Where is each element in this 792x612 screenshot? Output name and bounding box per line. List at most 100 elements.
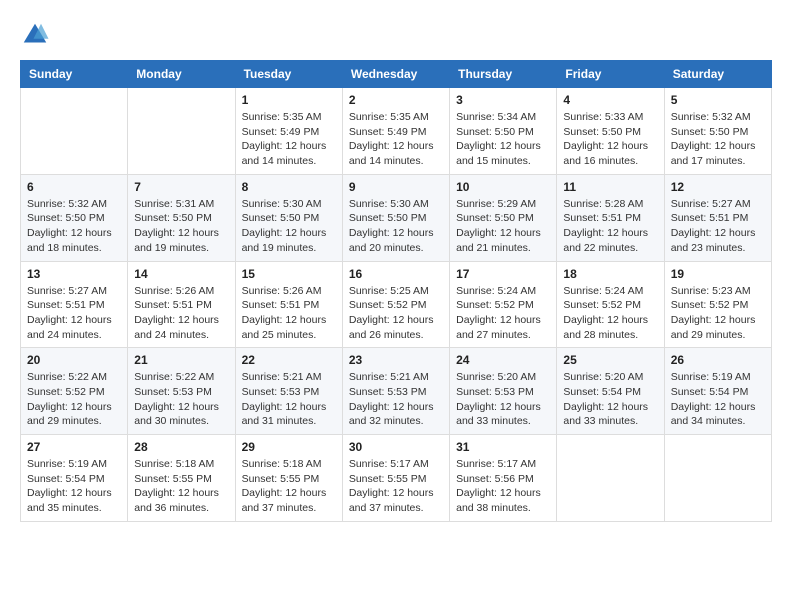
calendar-cell: 14Sunrise: 5:26 AMSunset: 5:51 PMDayligh… xyxy=(128,261,235,348)
calendar-cell: 23 Sunrise: 5:21 AMSunset: 5:53 PMDayligh… xyxy=(342,348,449,435)
calendar-cell: 12Sunrise: 5:27 AMSunset: 5:51 PMDayligh… xyxy=(664,174,771,261)
calendar-cell: 24 Sunrise: 5:20 AMSunset: 5:53 PMDayligh… xyxy=(450,348,557,435)
day-info: Sunrise: 5:32 AMSunset: 5:50 PMDaylight:… xyxy=(27,197,121,256)
day-info: Sunrise: 5:19 AMSunset: 5:54 PMDaylight:… xyxy=(27,457,121,516)
calendar-week-row: 6 Sunrise: 5:32 AMSunset: 5:50 PMDaylight… xyxy=(21,174,772,261)
calendar-cell: 5 Sunrise: 5:32 AMSunset: 5:50 PMDaylight… xyxy=(664,88,771,175)
calendar-week-row: 13 Sunrise: 5:27 AMSunset: 5:51 PMDayligh… xyxy=(21,261,772,348)
calendar-cell: 18 Sunrise: 5:24 AMSunset: 5:52 PMDayligh… xyxy=(557,261,664,348)
day-of-week-header: Monday xyxy=(128,61,235,88)
calendar-cell: 27 Sunrise: 5:19 AMSunset: 5:54 PMDayligh… xyxy=(21,435,128,522)
calendar-cell: 1Sunrise: 5:35 AMSunset: 5:49 PMDaylight… xyxy=(235,88,342,175)
day-number: 16 xyxy=(349,267,443,281)
calendar-cell xyxy=(664,435,771,522)
calendar-cell: 16 Sunrise: 5:25 AMSunset: 5:52 PMDayligh… xyxy=(342,261,449,348)
day-number: 27 xyxy=(27,440,121,454)
day-info: Sunrise: 5:35 AMSunset: 5:49 PMDaylight:… xyxy=(349,110,443,169)
day-info: Sunrise: 5:24 AMSunset: 5:52 PMDaylight:… xyxy=(563,284,657,343)
calendar-week-row: 20 Sunrise: 5:22 AMSunset: 5:52 PMDayligh… xyxy=(21,348,772,435)
logo xyxy=(20,20,54,50)
day-number: 8 xyxy=(242,180,336,194)
calendar-cell: 22Sunrise: 5:21 AMSunset: 5:53 PMDayligh… xyxy=(235,348,342,435)
day-info: Sunrise: 5:21 AMSunset: 5:53 PMDaylight:… xyxy=(349,370,443,429)
day-number: 10 xyxy=(456,180,550,194)
calendar-cell: 28 Sunrise: 5:18 AMSunset: 5:55 PMDayligh… xyxy=(128,435,235,522)
day-info: Sunrise: 5:22 AMSunset: 5:52 PMDaylight:… xyxy=(27,370,121,429)
calendar-cell: 31Sunrise: 5:17 AMSunset: 5:56 PMDayligh… xyxy=(450,435,557,522)
calendar-cell: 10 Sunrise: 5:29 AMSunset: 5:50 PMDayligh… xyxy=(450,174,557,261)
calendar-table: SundayMondayTuesdayWednesdayThursdayFrid… xyxy=(20,60,772,522)
calendar-cell: 6 Sunrise: 5:32 AMSunset: 5:50 PMDaylight… xyxy=(21,174,128,261)
calendar-cell: 2Sunrise: 5:35 AMSunset: 5:49 PMDaylight… xyxy=(342,88,449,175)
day-of-week-header: Thursday xyxy=(450,61,557,88)
calendar-header-row: SundayMondayTuesdayWednesdayThursdayFrid… xyxy=(21,61,772,88)
day-number: 29 xyxy=(242,440,336,454)
day-number: 5 xyxy=(671,93,765,107)
day-number: 21 xyxy=(134,353,228,367)
logo-icon xyxy=(20,20,50,50)
calendar-cell: 26 Sunrise: 5:19 AMSunset: 5:54 PMDayligh… xyxy=(664,348,771,435)
calendar-week-row: 1Sunrise: 5:35 AMSunset: 5:49 PMDaylight… xyxy=(21,88,772,175)
calendar-cell: 21 Sunrise: 5:22 AMSunset: 5:53 PMDayligh… xyxy=(128,348,235,435)
day-info: Sunrise: 5:29 AMSunset: 5:50 PMDaylight:… xyxy=(456,197,550,256)
calendar-cell xyxy=(128,88,235,175)
day-of-week-header: Sunday xyxy=(21,61,128,88)
calendar-cell: 13 Sunrise: 5:27 AMSunset: 5:51 PMDayligh… xyxy=(21,261,128,348)
day-of-week-header: Saturday xyxy=(664,61,771,88)
calendar-cell: 11 Sunrise: 5:28 AMSunset: 5:51 PMDayligh… xyxy=(557,174,664,261)
day-number: 18 xyxy=(563,267,657,281)
day-info: Sunrise: 5:30 AMSunset: 5:50 PMDaylight:… xyxy=(349,197,443,256)
day-of-week-header: Tuesday xyxy=(235,61,342,88)
day-info: Sunrise: 5:34 AMSunset: 5:50 PMDaylight:… xyxy=(456,110,550,169)
day-info: Sunrise: 5:17 AMSunset: 5:55 PMDaylight:… xyxy=(349,457,443,516)
day-number: 24 xyxy=(456,353,550,367)
calendar-cell: 4 Sunrise: 5:33 AMSunset: 5:50 PMDaylight… xyxy=(557,88,664,175)
day-number: 31 xyxy=(456,440,550,454)
day-number: 6 xyxy=(27,180,121,194)
day-of-week-header: Friday xyxy=(557,61,664,88)
day-info: Sunrise: 5:27 AMSunset: 5:51 PMDaylight:… xyxy=(27,284,121,343)
day-number: 28 xyxy=(134,440,228,454)
day-number: 30 xyxy=(349,440,443,454)
day-info: Sunrise: 5:20 AMSunset: 5:54 PMDaylight:… xyxy=(563,370,657,429)
day-info: Sunrise: 5:30 AMSunset: 5:50 PMDaylight:… xyxy=(242,197,336,256)
day-info: Sunrise: 5:25 AMSunset: 5:52 PMDaylight:… xyxy=(349,284,443,343)
day-number: 23 xyxy=(349,353,443,367)
day-of-week-header: Wednesday xyxy=(342,61,449,88)
calendar-cell: 30 Sunrise: 5:17 AMSunset: 5:55 PMDayligh… xyxy=(342,435,449,522)
calendar-cell: 15Sunrise: 5:26 AMSunset: 5:51 PMDayligh… xyxy=(235,261,342,348)
day-number: 22 xyxy=(242,353,336,367)
day-number: 14 xyxy=(134,267,228,281)
calendar-cell: 25 Sunrise: 5:20 AMSunset: 5:54 PMDayligh… xyxy=(557,348,664,435)
day-info: Sunrise: 5:28 AMSunset: 5:51 PMDaylight:… xyxy=(563,197,657,256)
day-number: 20 xyxy=(27,353,121,367)
day-info: Sunrise: 5:19 AMSunset: 5:54 PMDaylight:… xyxy=(671,370,765,429)
day-info: Sunrise: 5:32 AMSunset: 5:50 PMDaylight:… xyxy=(671,110,765,169)
day-number: 19 xyxy=(671,267,765,281)
calendar-cell: 8 Sunrise: 5:30 AMSunset: 5:50 PMDaylight… xyxy=(235,174,342,261)
day-number: 13 xyxy=(27,267,121,281)
day-number: 15 xyxy=(242,267,336,281)
calendar-cell: 9Sunrise: 5:30 AMSunset: 5:50 PMDaylight… xyxy=(342,174,449,261)
page-header xyxy=(20,20,772,50)
day-info: Sunrise: 5:18 AMSunset: 5:55 PMDaylight:… xyxy=(134,457,228,516)
day-number: 25 xyxy=(563,353,657,367)
day-info: Sunrise: 5:20 AMSunset: 5:53 PMDaylight:… xyxy=(456,370,550,429)
day-number: 17 xyxy=(456,267,550,281)
day-info: Sunrise: 5:18 AMSunset: 5:55 PMDaylight:… xyxy=(242,457,336,516)
calendar-cell: 17 Sunrise: 5:24 AMSunset: 5:52 PMDayligh… xyxy=(450,261,557,348)
day-info: Sunrise: 5:31 AMSunset: 5:50 PMDaylight:… xyxy=(134,197,228,256)
day-info: Sunrise: 5:22 AMSunset: 5:53 PMDaylight:… xyxy=(134,370,228,429)
calendar-cell: 20 Sunrise: 5:22 AMSunset: 5:52 PMDayligh… xyxy=(21,348,128,435)
day-number: 4 xyxy=(563,93,657,107)
calendar-cell xyxy=(21,88,128,175)
calendar-cell xyxy=(557,435,664,522)
day-info: Sunrise: 5:24 AMSunset: 5:52 PMDaylight:… xyxy=(456,284,550,343)
calendar-cell: 29 Sunrise: 5:18 AMSunset: 5:55 PMDayligh… xyxy=(235,435,342,522)
calendar-cell: 3 Sunrise: 5:34 AMSunset: 5:50 PMDaylight… xyxy=(450,88,557,175)
day-number: 7 xyxy=(134,180,228,194)
day-number: 26 xyxy=(671,353,765,367)
day-info: Sunrise: 5:33 AMSunset: 5:50 PMDaylight:… xyxy=(563,110,657,169)
day-number: 3 xyxy=(456,93,550,107)
day-number: 11 xyxy=(563,180,657,194)
